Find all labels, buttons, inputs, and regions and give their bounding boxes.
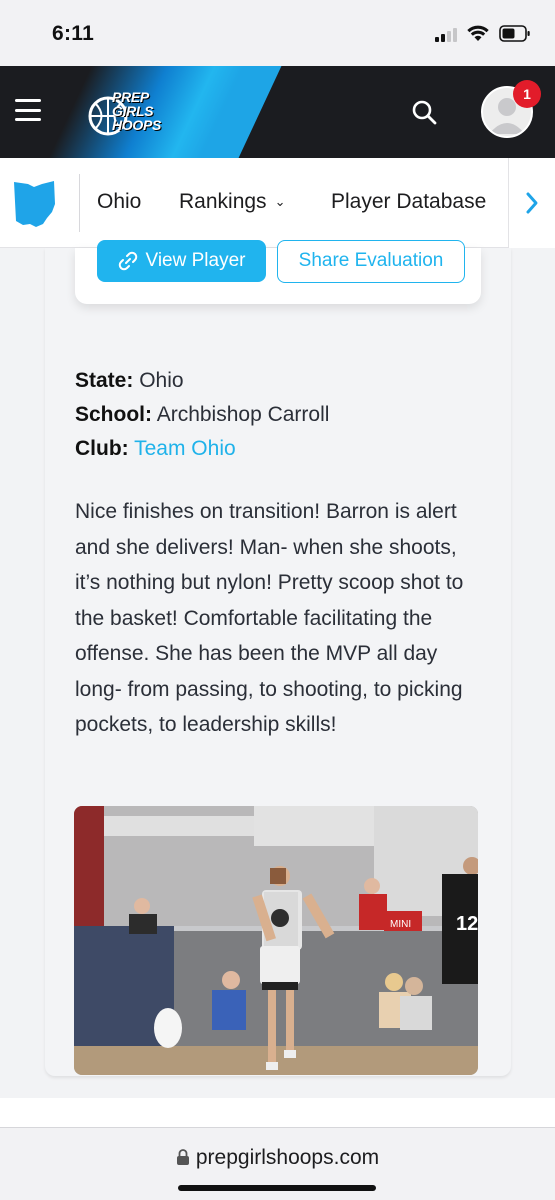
page-footer-area [0, 1098, 555, 1127]
link-icon [118, 251, 137, 271]
player-state-row: State: Ohio [75, 369, 184, 393]
status-time: 6:11 [52, 22, 95, 45]
chevron-down-icon: ⌄ [274, 194, 286, 209]
evaluation-text: Nice finishes on transition! Barron is a… [75, 500, 464, 736]
url-text: prepgirlshoops.com [195, 1146, 380, 1169]
logo-wordmark: PREP GIRLS HOOPS [112, 89, 162, 133]
status-icons [435, 25, 531, 42]
lock-icon [176, 1149, 189, 1165]
notification-badge: 1 [513, 80, 541, 108]
view-player-button[interactable]: View Player [97, 240, 266, 282]
wifi-icon [467, 25, 489, 41]
chevron-right-icon [526, 192, 538, 214]
state-label: State: [75, 369, 134, 392]
club-link[interactable]: Team Ohio [134, 437, 236, 460]
view-player-label: View Player [145, 250, 246, 271]
basketball-gym-image: MINI 12 [74, 806, 478, 1075]
url-display[interactable]: prepgirlshoops.com [0, 1146, 555, 1170]
nav-divider [79, 174, 80, 232]
shirt-text: MINI [390, 919, 411, 930]
state-nav-bar: Ohio Rankings ⌄ Player Database [0, 158, 555, 248]
cellular-signal-icon [435, 26, 457, 42]
player-school-row: School: Archbishop Carroll [75, 403, 329, 427]
status-bar: 6:11 [0, 0, 555, 66]
nav-item-rankings-label: Rankings [179, 190, 267, 213]
nav-item-rankings[interactable]: Rankings ⌄ [179, 190, 285, 214]
nav-scroll-next-button[interactable] [508, 158, 555, 248]
player-action-photo: MINI 12 [74, 806, 478, 1075]
search-icon[interactable] [410, 98, 438, 126]
club-label: Club: [75, 437, 129, 460]
share-evaluation-button[interactable]: Share Evaluation [277, 240, 465, 283]
ohio-state-icon[interactable] [12, 180, 56, 228]
home-indicator[interactable] [178, 1185, 376, 1191]
state-value: Ohio [139, 369, 184, 392]
nav-item-ohio[interactable]: Ohio [97, 190, 141, 214]
menu-icon[interactable] [15, 99, 41, 121]
school-label: School: [75, 403, 152, 426]
player-club-row: Club: Team Ohio [75, 437, 236, 461]
jersey-number-text: 12 [456, 913, 478, 935]
nav-item-player-database[interactable]: Player Database [331, 190, 486, 214]
battery-icon [499, 25, 530, 42]
school-value: Archbishop Carroll [156, 403, 330, 426]
site-header: PREP GIRLS HOOPS [0, 66, 555, 158]
